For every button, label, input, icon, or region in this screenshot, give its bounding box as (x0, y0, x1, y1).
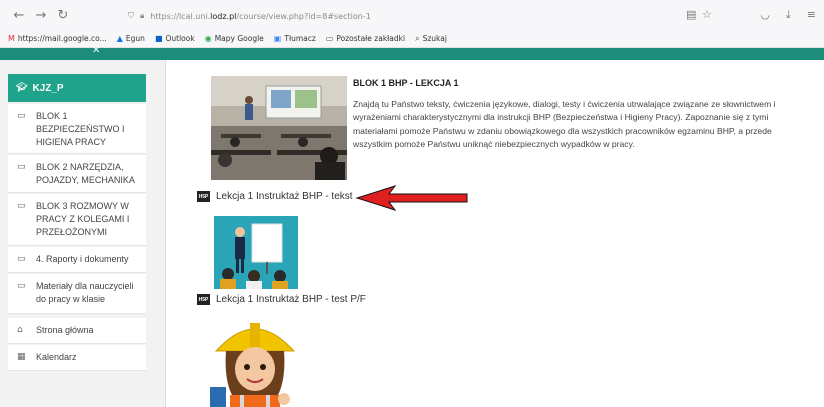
url-host: lodz.pl (210, 11, 237, 21)
forward-icon[interactable]: → (32, 6, 50, 24)
close-drawer-icon[interactable]: ✕ (92, 45, 100, 56)
reload-icon[interactable]: ↻ (54, 6, 72, 24)
construction-worker-illustration (210, 323, 296, 407)
lock-icon: 🔒︎ (140, 11, 145, 20)
gmail-icon: M (8, 34, 15, 43)
section-title: BLOK 1 BHP - LEKCJA 1 (353, 78, 459, 88)
maps-icon: ◉ (204, 34, 212, 43)
sidebar-item-blok2[interactable]: ▭ BLOK 2 NARZĘDZIA, POJAZDY, MECHANIKA (8, 155, 146, 193)
activity-label: Lekcja 1 Instruktaż BHP - tekst (216, 191, 353, 202)
graduation-cap-icon: 🎓︎ (16, 83, 28, 93)
address-bar[interactable]: ⛉ 🔒︎ https://lcal.uni. lodz.pl/course/vie… (128, 7, 720, 25)
bookmark-translate[interactable]: ▣ Tłumacz (274, 34, 316, 43)
menu-icon[interactable]: ≡ (807, 8, 816, 22)
back-icon[interactable]: ← (10, 6, 28, 24)
download-icon[interactable]: ⤓ (786, 8, 791, 22)
bookmark-egun[interactable]: ▲ Egun (117, 34, 145, 43)
classroom-photo (211, 76, 347, 180)
sidebar-item-materialy[interactable]: ▭ Materiały dla nauczycieli do pracy w k… (8, 274, 146, 314)
bookmark-maps[interactable]: ◉ Mapy Google (205, 34, 264, 43)
home-icon: ⌂ (17, 325, 23, 335)
presentation-illustration (214, 216, 298, 289)
sidebar-link-home[interactable]: ⌂ Strona główna (8, 318, 146, 344)
activity-lekcja1-test[interactable]: H5P Lekcja 1 Instruktaż BHP - test P/F (197, 294, 366, 305)
sidebar-item-raporty[interactable]: ▭ 4. Raporty i dokumenty (8, 247, 146, 273)
bookmark-star-icon[interactable]: ☆ (702, 8, 712, 21)
drive-icon: ▲ (116, 34, 123, 43)
activity-label: Lekcja 1 Instruktaż BHP - test P/F (216, 294, 366, 305)
folder-icon: ▭ (17, 201, 26, 211)
sidebar-item-blok3[interactable]: ▭ BLOK 3 ROZMOWY W PRACY Z KOLEGAMI I PR… (8, 194, 146, 246)
course-name: KJZ_P (32, 82, 64, 94)
section-description: Znajdą tu Państwo teksty, ćwiczenia języ… (353, 99, 776, 149)
red-arrow-annotation (355, 185, 468, 211)
search-icon: ⌕ (415, 33, 420, 43)
bookmark-search[interactable]: ⌕ Szukaj (415, 34, 447, 44)
site-header-bar: ✕ (0, 45, 824, 60)
toolbar-icons: ◡ ⤓ ≡ (760, 8, 816, 22)
calendar-icon: ▦ (17, 352, 26, 362)
url-path: /course/view.php?id=8#section-1 (236, 11, 371, 21)
bookmark-outlook[interactable]: ■ Outlook (155, 34, 195, 43)
folder-icon: ▭ (17, 111, 26, 121)
folder-icon: ▭ (325, 34, 334, 43)
h5p-icon: H5P (197, 191, 210, 202)
translate-icon: ▣ (273, 34, 282, 43)
outlook-icon: ■ (154, 34, 163, 43)
browser-toolbar: ← → ↻ ⛉ 🔒︎ https://lcal.uni. lodz.pl/cour… (0, 0, 824, 30)
shield-icon: ⛉ (128, 11, 134, 20)
url-host-prefix: https://lcal.uni. (150, 11, 211, 21)
activity-lekcja1-tekst[interactable]: H5P Lekcja 1 Instruktaż BHP - tekst (197, 191, 353, 202)
folder-icon: ▭ (17, 162, 26, 172)
reader-view-icon[interactable]: ▤ (686, 8, 696, 21)
h5p-icon: H5P (197, 294, 210, 305)
sidebar-link-calendar[interactable]: ▦ Kalendarz (8, 345, 146, 371)
bookmark-gmail[interactable]: Mhttps://mail.google.co... (8, 34, 107, 43)
folder-icon: ▭ (17, 254, 26, 264)
bookmarks-bar: Mhttps://mail.google.co... ▲ Egun ■ Outloo… (0, 30, 824, 48)
folder-icon: ▭ (17, 281, 26, 291)
course-sidebar: 🎓︎ KJZ_P ▭ BLOK 1 BEZPIECZEŃSTWO I HIGIE… (0, 60, 166, 407)
course-home-link[interactable]: 🎓︎ KJZ_P (8, 74, 146, 102)
pocket-icon[interactable]: ◡ (760, 8, 770, 22)
bookmark-folder[interactable]: ▭ Pozostałe zakładki (326, 34, 405, 43)
sidebar-item-blok1[interactable]: ▭ BLOK 1 BEZPIECZEŃSTWO I HIGIENA PRACY (8, 104, 146, 154)
